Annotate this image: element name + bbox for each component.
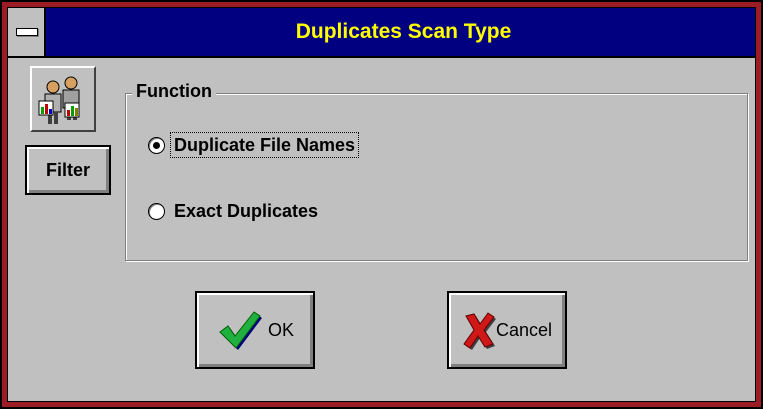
filter-button-label: Filter <box>45 159 90 180</box>
green-checkmark-icon <box>219 311 262 350</box>
red-x-icon <box>463 312 496 350</box>
radio-duplicate-file-names[interactable]: Duplicate File Names <box>148 132 360 158</box>
radio-button-selected[interactable] <box>148 136 165 154</box>
ok-button[interactable]: OK <box>195 291 315 369</box>
window-title: Duplicates Scan Type <box>295 20 512 43</box>
cancel-button-label: Cancel <box>495 319 553 340</box>
filter-button[interactable]: Filter <box>25 145 111 195</box>
dialog-body: Filter Function Duplicate File Names Exa… <box>8 58 755 401</box>
cancel-button[interactable]: Cancel <box>447 291 567 369</box>
radio-exact-duplicates[interactable]: Exact Duplicates <box>148 199 321 223</box>
radio-label-duplicate-file-names: Duplicate File Names <box>169 132 360 158</box>
ok-button-label: OK <box>267 319 294 340</box>
system-menu-button[interactable] <box>8 8 46 56</box>
function-groupbox <box>125 93 748 261</box>
duplicates-scan-type-dialog: Duplicates Scan Type Filter Function Dup… <box>0 0 763 409</box>
title-bar[interactable]: Duplicates Scan Type <box>8 8 755 58</box>
people-chart-icon-graphic <box>38 76 80 124</box>
system-menu-icon <box>16 28 38 36</box>
radio-label-exact-duplicates: Exact Duplicates <box>174 201 319 221</box>
radio-button-unselected[interactable] <box>148 202 165 220</box>
people-chart-icon[interactable] <box>30 66 96 132</box>
function-group-label: Function <box>132 80 216 102</box>
